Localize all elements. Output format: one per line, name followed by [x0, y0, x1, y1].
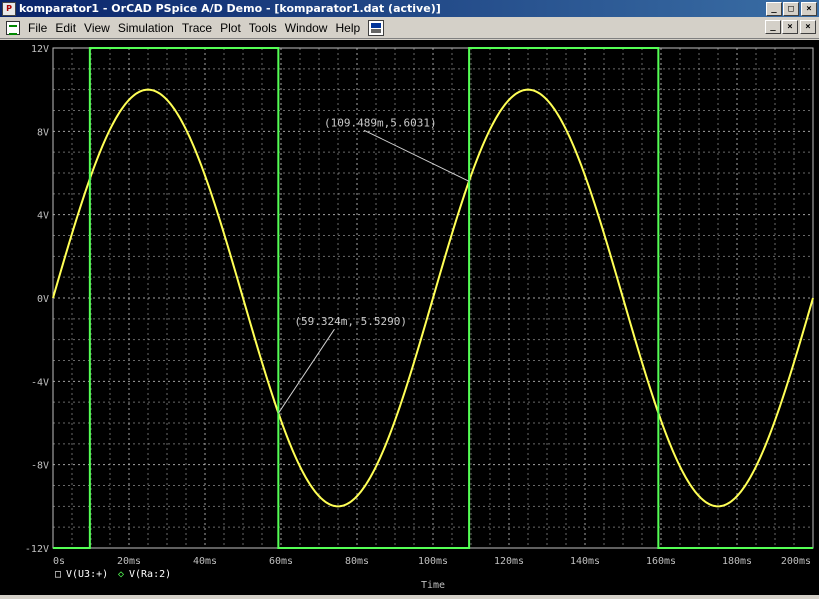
x-tick-label: 160ms [646, 556, 676, 567]
y-tick-label: -8V [31, 461, 49, 472]
title-bar: P komparator1 - OrCAD PSpice A/D Demo - … [0, 0, 819, 17]
menu-window[interactable]: Window [281, 21, 332, 35]
window-title: komparator1 - OrCAD PSpice A/D Demo - [k… [19, 2, 441, 15]
x-tick-label: 40ms [193, 556, 217, 567]
x-tick-label: 200ms [781, 556, 811, 567]
menu-file[interactable]: File [24, 21, 51, 35]
x-tick-label: 60ms [269, 556, 293, 567]
mdi-controls: _ × × [764, 20, 816, 34]
maximize-button[interactable]: □ [783, 1, 799, 16]
close-button[interactable]: × [801, 1, 817, 16]
legend-marker-v-ra2: ◇ [118, 569, 124, 580]
y-tick-label: 8V [37, 127, 49, 138]
menu-edit[interactable]: Edit [51, 21, 80, 35]
annotation-label[interactable]: (59.324m,-5.5290) [294, 315, 407, 328]
minimize-button[interactable]: _ [766, 1, 782, 16]
pspice-app-icon[interactable]: P [2, 1, 16, 16]
mdi-restore-button[interactable]: × [782, 20, 798, 34]
y-tick-label: 4V [37, 211, 49, 222]
x-tick-label: 120ms [494, 556, 524, 567]
legend-label-v-ra2[interactable]: V(Ra:2) [129, 569, 171, 580]
legend-label-v-u3-plus[interactable]: V(U3:+) [66, 569, 108, 580]
annotations: (109.489m,5.6031) (59.324m,-5.5290) [278, 116, 470, 414]
plot-window[interactable]: 0s 20ms 40ms 60ms 80ms 100ms 120ms 140ms 160ms 18… [0, 40, 819, 595]
menu-plot[interactable]: Plot [216, 21, 245, 35]
menu-tools[interactable]: Tools [245, 21, 281, 35]
x-tick-labels: 0s 20ms 40ms 60ms 80ms 100ms 120ms 140ms 160ms 18… [53, 556, 811, 567]
y-tick-label: 0V [37, 294, 49, 305]
x-tick-label: 0s [53, 556, 65, 567]
x-axis-label: Time [421, 580, 445, 591]
waveform-plot[interactable]: 0s 20ms 40ms 60ms 80ms 100ms 120ms 140ms 160ms 18… [0, 40, 819, 595]
window-controls: _ □ × [765, 1, 817, 16]
x-tick-label: 140ms [570, 556, 600, 567]
menu-trace[interactable]: Trace [178, 21, 216, 35]
x-tick-label: 180ms [722, 556, 752, 567]
y-tick-label: -4V [31, 377, 49, 388]
y-tick-labels: 12V 8V 4V 0V -4V -8V -12V [25, 44, 49, 555]
annotation-label[interactable]: (109.489m,5.6031) [324, 116, 437, 129]
mdi-minimize-button[interactable]: _ [765, 20, 781, 34]
y-tick-label: 12V [31, 44, 49, 55]
y-tick-label: -12V [25, 544, 49, 555]
whats-this-help-icon[interactable] [368, 19, 385, 36]
legend: □ V(U3:+) ◇ V(Ra:2) [55, 569, 171, 580]
x-tick-label: 20ms [117, 556, 141, 567]
menu-help[interactable]: Help [331, 21, 364, 35]
document-icon[interactable] [6, 20, 20, 35]
annotation-leader-line [363, 129, 470, 182]
legend-marker-v-u3-plus: □ [55, 569, 61, 580]
mdi-close-button[interactable]: × [800, 20, 816, 34]
menu-bar: File Edit View Simulation Trace Plot Too… [0, 17, 819, 39]
menu-simulation[interactable]: Simulation [114, 21, 178, 35]
x-tick-label: 100ms [418, 556, 448, 567]
x-tick-label: 80ms [345, 556, 369, 567]
annotation-leader-line [278, 328, 335, 414]
menu-view[interactable]: View [80, 21, 114, 35]
